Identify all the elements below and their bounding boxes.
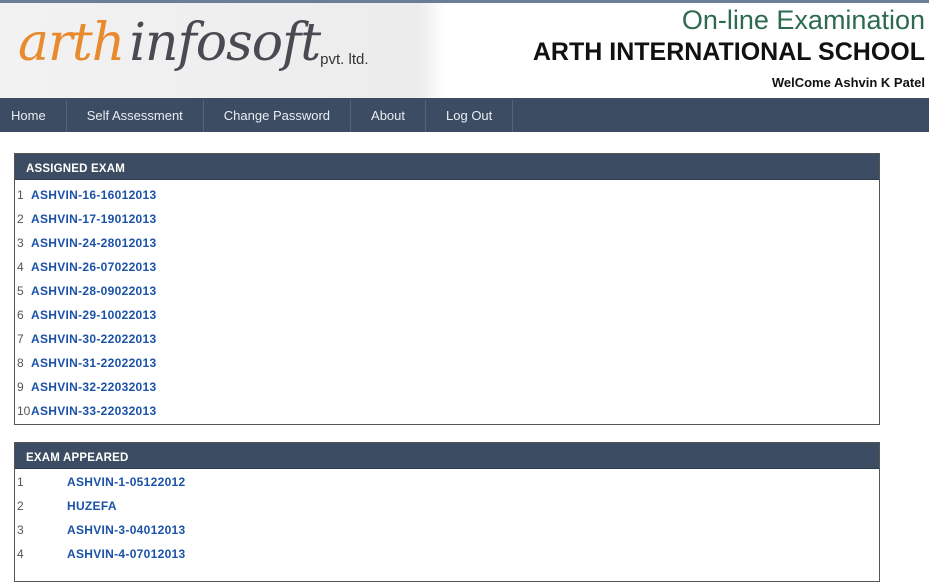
row-number: 6 <box>17 308 24 322</box>
main-nav: Home Self Assessment Change Password Abo… <box>0 98 929 132</box>
row-number: 4 <box>17 547 24 561</box>
exam-appeared-list: 1 ASHVIN-1-05122012 2 HUZEFA 3 ASHVIN-3-040… <box>15 469 879 566</box>
row-number: 1 <box>17 475 24 489</box>
row-number: 10 <box>17 404 31 418</box>
exam-appeared-panel: EXAM APPEARED 1 ASHVIN-1-05122012 2 HUZEFA… <box>14 442 880 582</box>
logo-suffix: pvt. ltd. <box>320 51 369 68</box>
assigned-exam-panel: ASSIGNED EXAM 1 ASHVIN-16-16012013 2 ASHVI… <box>14 153 880 425</box>
list-item: 3 ASHVIN-3-04012013 <box>15 518 879 542</box>
list-item: 4 ASHVIN-4-07012013 <box>15 542 879 566</box>
row-number: 3 <box>17 523 24 537</box>
row-number: 2 <box>17 499 24 513</box>
exam-link[interactable]: ASHVIN-31-22022013 <box>31 356 156 370</box>
row-number: 7 <box>17 332 24 346</box>
exam-link[interactable]: ASHVIN-32-22032013 <box>31 380 156 394</box>
list-item: 6 ASHVIN-29-10022013 <box>15 303 879 327</box>
list-item: 4 ASHVIN-26-07022013 <box>15 255 879 279</box>
list-item: 9 ASHVIN-32-22032013 <box>15 375 879 399</box>
list-item: 1 ASHVIN-1-05122012 <box>15 470 879 494</box>
logo-text-arth: arth <box>18 13 125 73</box>
nav-change-password[interactable]: Change Password <box>204 100 352 132</box>
exam-link[interactable]: ASHVIN-33-22032013 <box>31 404 156 418</box>
list-item: 10 ASHVIN-33-22032013 <box>15 399 879 423</box>
app-title: On-line Examination <box>681 5 925 35</box>
exam-link[interactable]: ASHVIN-4-07012013 <box>67 547 186 561</box>
list-item: 5 ASHVIN-28-09022013 <box>15 279 879 303</box>
nav-about[interactable]: About <box>351 100 427 132</box>
assigned-exam-list: 1 ASHVIN-16-16012013 2 ASHVIN-17-19012013 … <box>15 180 879 423</box>
nav-home[interactable]: Home <box>0 100 67 132</box>
welcome-message: WelCome Ashvin K Patel <box>771 75 925 90</box>
exam-link[interactable]: ASHVIN-1-05122012 <box>67 475 186 489</box>
row-number: 5 <box>17 284 24 298</box>
list-item: 2 ASHVIN-17-19012013 <box>15 207 879 231</box>
row-number: 3 <box>17 236 24 250</box>
row-number: 8 <box>17 356 24 370</box>
nav-log-out[interactable]: Log Out <box>426 100 514 132</box>
list-item: 3 ASHVIN-24-28012013 <box>15 231 879 255</box>
exam-link[interactable]: ASHVIN-30-22022013 <box>31 332 156 346</box>
page-header: arth infosoftpvt. ltd. On-line Examinati… <box>0 0 929 98</box>
list-item: 2 HUZEFA <box>15 494 879 518</box>
company-logo: arth infosoftpvt. ltd. <box>18 13 369 73</box>
school-name: ARTH INTERNATIONAL SCHOOL <box>532 38 925 66</box>
list-item: 7 ASHVIN-30-22022013 <box>15 327 879 351</box>
assigned-exam-heading: ASSIGNED EXAM <box>15 154 879 180</box>
exam-link[interactable]: ASHVIN-17-19012013 <box>31 212 156 226</box>
exam-link[interactable]: ASHVIN-29-10022013 <box>31 308 156 322</box>
exam-link[interactable]: ASHVIN-16-16012013 <box>31 188 156 202</box>
list-item: 8 ASHVIN-31-22022013 <box>15 351 879 375</box>
logo-text-infosoft: infosoft <box>129 13 321 73</box>
row-number: 9 <box>17 380 24 394</box>
row-number: 1 <box>17 188 24 202</box>
nav-self-assessment[interactable]: Self Assessment <box>67 100 204 132</box>
exam-link[interactable]: ASHVIN-28-09022013 <box>31 284 156 298</box>
row-number: 4 <box>17 260 24 274</box>
exam-link[interactable]: ASHVIN-24-28012013 <box>31 236 156 250</box>
exam-link[interactable]: HUZEFA <box>67 499 117 513</box>
exam-link[interactable]: ASHVIN-3-04012013 <box>67 523 186 537</box>
exam-link[interactable]: ASHVIN-26-07022013 <box>31 260 156 274</box>
list-item: 1 ASHVIN-16-16012013 <box>15 183 879 207</box>
row-number: 2 <box>17 212 24 226</box>
exam-appeared-heading: EXAM APPEARED <box>15 443 879 469</box>
